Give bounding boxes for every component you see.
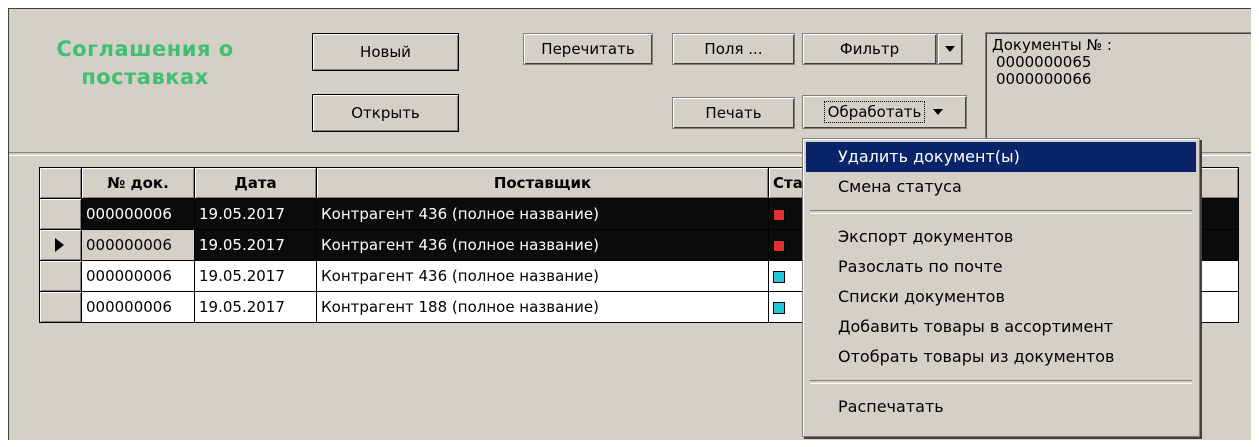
status-cyan-icon	[773, 301, 785, 314]
row-indicator[interactable]	[39, 198, 82, 230]
documents-panel: Документы № : 0000000065 0000000066	[985, 32, 1251, 138]
filter-dropdown-button[interactable]	[937, 33, 963, 65]
menu-separator	[810, 210, 1192, 214]
row-indicator[interactable]	[39, 260, 82, 292]
column-header-supplier[interactable]: Поставщик	[316, 167, 769, 199]
cell-date: 19.05.2017	[194, 260, 317, 292]
reread-button[interactable]: Перечитать	[523, 33, 653, 65]
status-cyan-icon	[773, 270, 785, 283]
document-number: 0000000065	[996, 53, 1092, 71]
process-context-menu: Удалить документ(ы) Смена статуса Экспор…	[802, 138, 1200, 437]
menu-item-change-status[interactable]: Смена статуса	[806, 172, 1196, 202]
open-button[interactable]: Открыть	[312, 94, 459, 132]
menu-item-document-lists[interactable]: Списки документов	[806, 282, 1196, 312]
cell-num: 000000006	[81, 198, 195, 230]
indicator-column-header	[39, 167, 82, 199]
cell-num: 000000006	[81, 260, 195, 292]
new-button[interactable]: Новый	[312, 33, 459, 71]
status-red-icon	[773, 239, 785, 252]
current-row-arrow-icon	[55, 238, 64, 252]
menu-separator	[810, 380, 1192, 384]
cell-supplier: Контрагент 436 (полное название)	[316, 198, 769, 230]
cell-supplier: Контрагент 436 (полное название)	[316, 260, 769, 292]
chevron-down-icon	[933, 109, 944, 115]
cell-supplier: Контрагент 188 (полное название)	[316, 291, 769, 323]
cell-supplier: Контрагент 436 (полное название)	[316, 229, 769, 261]
process-button-label: Обработать	[823, 101, 926, 123]
row-indicator[interactable]	[39, 291, 82, 323]
row-indicator[interactable]	[39, 229, 82, 261]
column-header-date[interactable]: Дата	[194, 167, 317, 199]
page-title: Соглашения о поставках	[56, 37, 234, 89]
fields-button[interactable]: Поля ...	[672, 33, 795, 65]
documents-label: Документы № :	[992, 36, 1112, 54]
menu-item-print[interactable]: Распечатать	[806, 392, 1196, 422]
chevron-down-icon	[945, 46, 955, 52]
toolbar: Соглашения о поставках Новый Перечитать …	[9, 9, 1251, 149]
menu-item-select-goods[interactable]: Отобрать товары из документов	[806, 342, 1196, 372]
filter-button[interactable]: Фильтр	[802, 33, 937, 65]
status-red-icon	[773, 208, 785, 221]
cell-date: 19.05.2017	[194, 198, 317, 230]
menu-item-delete-documents[interactable]: Удалить документ(ы)	[806, 142, 1196, 172]
menu-item-export-documents[interactable]: Экспорт документов	[806, 222, 1196, 252]
cell-date: 19.05.2017	[194, 291, 317, 323]
cell-date: 19.05.2017	[194, 229, 317, 261]
menu-item-send-by-mail[interactable]: Разослать по почте	[806, 252, 1196, 282]
column-header-num[interactable]: № док.	[81, 167, 195, 199]
cell-num: 000000006	[81, 229, 195, 261]
cell-num: 000000006	[81, 291, 195, 323]
menu-item-add-to-assortment[interactable]: Добавить товары в ассортимент	[806, 312, 1196, 342]
print-button[interactable]: Печать	[672, 97, 795, 129]
document-number: 0000000066	[996, 70, 1092, 88]
process-button[interactable]: Обработать	[802, 95, 967, 129]
